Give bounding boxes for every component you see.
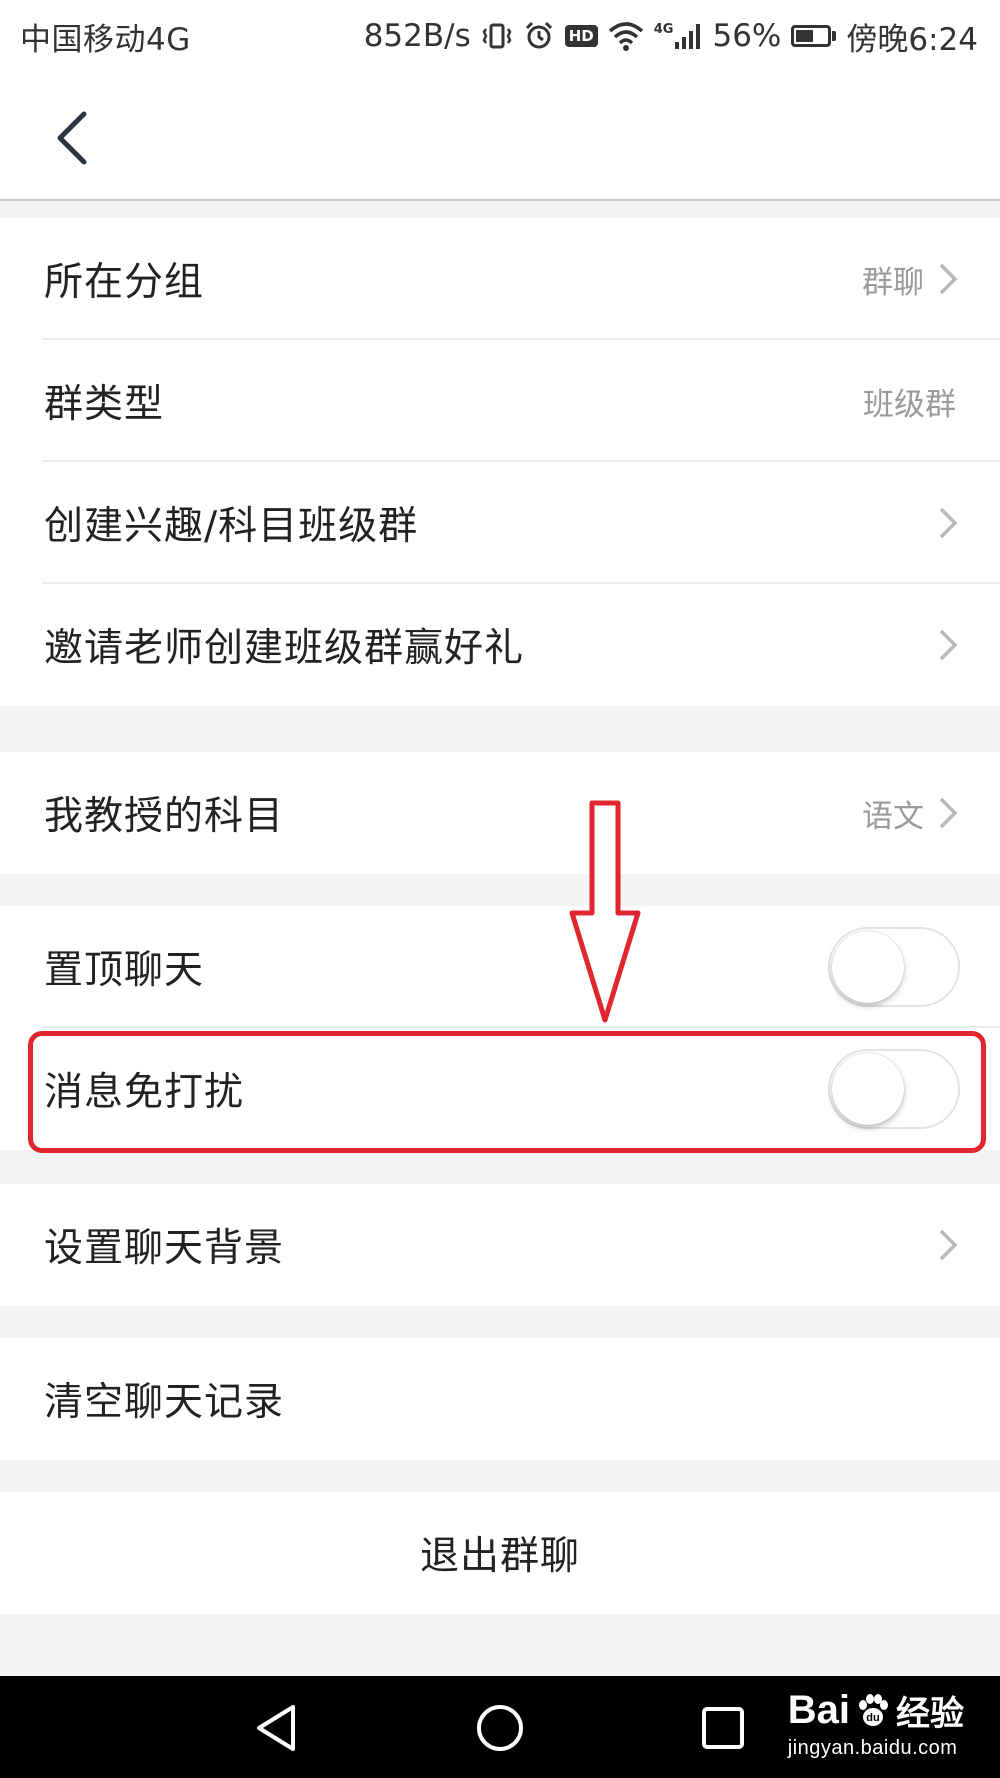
row-label: 消息免打扰 [44,1070,245,1115]
chevron-right-icon [936,506,960,540]
background-section: 设置聊天背景 [0,1184,1000,1306]
row-my-subject[interactable]: 我教授的科目 语文 [0,752,1000,874]
nav-home-icon[interactable] [470,1698,530,1758]
watermark-brand: Bai [787,1688,850,1732]
watermark-suffix: 经验 [896,1694,964,1734]
chevron-right-icon [936,262,960,296]
clock: 傍晚6:24 [846,21,978,58]
nav-recents-icon[interactable] [693,1698,753,1758]
row-label: 置顶聊天 [44,948,205,993]
row-label: 我教授的科目 [44,794,285,839]
svg-text:du: du [866,1712,879,1724]
row-group-type: 群类型 班级群 [0,340,1000,462]
row-label: 设置聊天背景 [44,1226,285,1271]
back-button[interactable] [40,98,104,178]
chevron-right-icon [936,1228,960,1262]
toggle-knob [832,1053,904,1125]
do-not-disturb-toggle[interactable] [828,1049,960,1129]
wifi-icon [608,21,644,51]
hd-badge: HD [564,25,598,47]
watermark-url: jingyan.baidu.com [787,1737,958,1759]
row-label: 群类型 [44,382,165,427]
pin-chat-toggle[interactable] [828,927,960,1007]
row-value: 语文 [862,798,924,835]
status-icons: 852B/s HD 4G 56% 傍晚6:24 [364,14,978,59]
vibrate-icon [481,20,513,52]
row-chat-background[interactable]: 设置聊天背景 [0,1184,1000,1306]
baidu-jingyan-watermark: Bai du 经验 jingyan.baidu.com [788,1686,964,1760]
alarm-icon [523,20,555,52]
paw-icon: du [859,1693,888,1726]
subject-section: 我教授的科目 语文 [0,752,1000,874]
row-label: 创建兴趣/科目班级群 [44,504,419,549]
carrier-label: 中国移动4G [20,21,191,58]
row-value: 群聊 [862,264,924,301]
row-group-category[interactable]: 所在分组 群聊 [0,218,1000,340]
signal-icon: 4G [654,22,703,50]
watermark-logo: Bai du 经验 [788,1686,964,1735]
system-nav-bar: Bai du 经验 jingyan.baidu.com [0,1676,1000,1778]
group-settings-page: 中国移动4G 852B/s HD 4G 56% 傍晚6:24 所在分组 群聊 群… [0,0,1000,1778]
row-label: 清空聊天记录 [44,1380,285,1425]
row-label: 所在分组 [44,260,205,305]
row-pin-chat: 置顶聊天 [0,906,1000,1028]
toggle-knob [832,931,904,1003]
row-value: 班级群 [863,386,956,423]
battery-icon [791,25,837,47]
chevron-right-icon [936,796,960,830]
group-info-section: 所在分组 群聊 群类型 班级群 创建兴趣/科目班级群 邀请老师创建班级群赢好礼 [0,218,1000,706]
nav-back-icon[interactable] [247,1698,307,1758]
exit-group-button[interactable]: 退出群聊 [0,1492,1000,1614]
row-do-not-disturb: 消息免打扰 [0,1028,1000,1150]
battery-percent: 56% [712,18,782,54]
network-speed: 852B/s [363,18,471,54]
network-type-label: 4G [653,22,674,37]
exit-section: 退出群聊 [0,1492,1000,1614]
clear-history-section: 清空聊天记录 [0,1338,1000,1460]
status-bar: 中国移动4G 852B/s HD 4G 56% 傍晚6:24 [0,0,1000,72]
row-invite-teacher[interactable]: 邀请老师创建班级群赢好礼 [0,584,1000,706]
row-label: 邀请老师创建班级群赢好礼 [44,626,525,671]
back-arrow-icon [57,111,87,165]
chevron-right-icon [936,628,960,662]
chat-toggles-section: 置顶聊天 消息免打扰 [0,906,1000,1150]
row-create-interest-group[interactable]: 创建兴趣/科目班级群 [0,462,1000,584]
row-clear-chat-history[interactable]: 清空聊天记录 [0,1338,1000,1460]
nav-bar [0,72,1000,201]
